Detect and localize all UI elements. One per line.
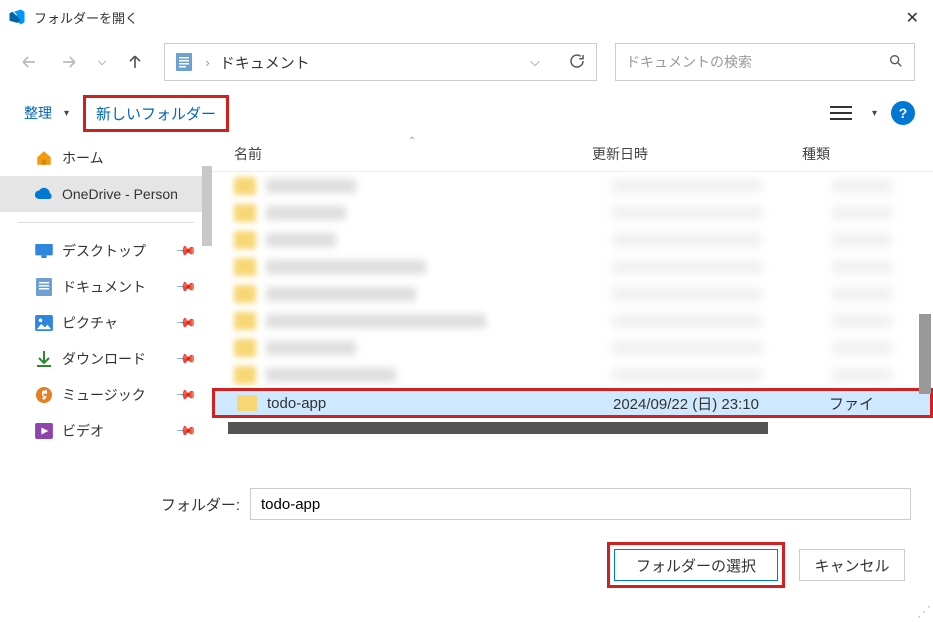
sidebar-label: ピクチャ xyxy=(62,313,118,333)
onedrive-icon xyxy=(34,184,54,204)
sidebar-item-desktop[interactable]: デスクトップ 📌 xyxy=(0,233,212,269)
sidebar-label: ビデオ xyxy=(62,421,104,441)
navigation-bar: ⌵ › ドキュメント ⌵ xyxy=(0,34,933,90)
document-icon xyxy=(34,277,54,297)
sidebar-item-videos[interactable]: ビデオ 📌 xyxy=(0,413,212,449)
home-icon xyxy=(34,148,54,168)
pictures-icon xyxy=(34,313,54,333)
file-row-blurred[interactable] xyxy=(212,361,933,388)
view-options-icon[interactable] xyxy=(826,102,856,124)
file-row-blurred[interactable] xyxy=(212,307,933,334)
folder-label: フォルダー: xyxy=(22,494,240,515)
pin-icon: 📌 xyxy=(175,384,198,407)
refresh-icon[interactable] xyxy=(568,52,586,73)
file-list: ⌃ 名前 更新日時 種類 todo-app 2024/09/22 (日) 23:… xyxy=(212,136,933,470)
organize-caret-icon[interactable]: ▾ xyxy=(64,108,69,119)
sidebar: ホーム OneDrive - Person デスクトップ 📌 ドキュメント 📌 … xyxy=(0,136,212,470)
sidebar-label: ダウンロード xyxy=(62,349,146,369)
file-row-blurred[interactable] xyxy=(212,334,933,361)
sidebar-label: ホーム xyxy=(62,148,104,168)
main-area: ホーム OneDrive - Person デスクトップ 📌 ドキュメント 📌 … xyxy=(0,136,933,470)
back-button[interactable] xyxy=(18,51,40,73)
search-box[interactable] xyxy=(615,43,915,81)
music-icon xyxy=(34,385,54,405)
file-modified: 2024/09/22 (日) 23:10 xyxy=(613,393,759,414)
search-input[interactable] xyxy=(626,54,888,70)
document-icon xyxy=(175,52,195,72)
button-row: フォルダーの選択 キャンセル xyxy=(22,542,911,588)
sidebar-label: ミュージック xyxy=(62,385,146,405)
file-type: ファイ xyxy=(829,393,874,414)
pin-icon: 📌 xyxy=(175,348,198,371)
breadcrumb-current[interactable]: ドキュメント xyxy=(220,52,310,73)
pin-icon: 📌 xyxy=(175,240,198,263)
window-title: フォルダーを開く xyxy=(34,8,138,27)
sidebar-label: OneDrive - Person xyxy=(62,186,178,202)
file-row-blurred[interactable] xyxy=(212,280,933,307)
file-row-blurred[interactable] xyxy=(212,226,933,253)
sidebar-label: デスクトップ xyxy=(62,241,146,261)
pin-icon: 📌 xyxy=(175,312,198,335)
file-row-blurred[interactable] xyxy=(212,199,933,226)
forward-button[interactable] xyxy=(58,51,80,73)
sidebar-item-downloads[interactable]: ダウンロード 📌 xyxy=(0,341,212,377)
help-icon[interactable]: ? xyxy=(891,101,915,125)
breadcrumb-separator: › xyxy=(205,55,209,70)
folder-input-row: フォルダー: xyxy=(22,488,911,520)
organize-button[interactable]: 整理 xyxy=(18,99,58,127)
select-folder-button[interactable]: フォルダーの選択 xyxy=(614,549,778,581)
folder-icon xyxy=(237,395,257,411)
downloads-icon xyxy=(34,349,54,369)
view-caret-icon[interactable]: ▾ xyxy=(872,108,877,119)
sidebar-item-documents[interactable]: ドキュメント 📌 xyxy=(0,269,212,305)
pin-icon: 📌 xyxy=(175,276,198,299)
select-button-highlight: フォルダーの選択 xyxy=(607,542,785,588)
column-name[interactable]: 名前 xyxy=(212,144,592,164)
resize-grip-icon[interactable]: ⋰ xyxy=(917,603,931,620)
history-dropdown-icon[interactable]: ⌵ xyxy=(98,56,106,69)
chevron-down-icon[interactable]: ⌵ xyxy=(530,54,540,70)
sidebar-item-home[interactable]: ホーム xyxy=(0,140,212,176)
search-icon[interactable] xyxy=(888,53,904,72)
vertical-scrollbar[interactable] xyxy=(919,314,931,394)
sidebar-item-music[interactable]: ミュージック 📌 xyxy=(0,377,212,413)
sidebar-scrollbar[interactable] xyxy=(202,166,212,246)
close-icon[interactable]: ✕ xyxy=(906,8,919,28)
videos-icon xyxy=(34,421,54,441)
sidebar-label: ドキュメント xyxy=(62,277,146,297)
up-button[interactable] xyxy=(124,51,146,73)
pin-icon: 📌 xyxy=(175,420,198,443)
titlebar: フォルダーを開く ✕ xyxy=(0,0,933,34)
sidebar-separator xyxy=(18,222,194,223)
file-row-blurred[interactable] xyxy=(212,172,933,199)
file-list-body: todo-app 2024/09/22 (日) 23:10 ファイ xyxy=(212,172,933,432)
folder-input[interactable] xyxy=(250,488,911,520)
vscode-icon xyxy=(8,8,26,26)
sidebar-item-onedrive[interactable]: OneDrive - Person xyxy=(0,176,212,212)
file-list-header: 名前 更新日時 種類 xyxy=(212,136,933,172)
file-row-blurred[interactable] xyxy=(212,253,933,280)
address-bar[interactable]: › ドキュメント ⌵ xyxy=(164,43,597,81)
column-type[interactable]: 種類 xyxy=(802,144,933,164)
column-modified[interactable]: 更新日時 xyxy=(592,144,802,164)
column-resize-icon[interactable]: ⌃ xyxy=(408,136,416,147)
desktop-icon xyxy=(34,241,54,261)
footer: フォルダー: フォルダーの選択 キャンセル xyxy=(0,470,933,598)
sidebar-item-pictures[interactable]: ピクチャ 📌 xyxy=(0,305,212,341)
file-row-selected[interactable]: todo-app 2024/09/22 (日) 23:10 ファイ xyxy=(212,388,933,418)
cancel-button[interactable]: キャンセル xyxy=(799,549,905,581)
file-name: todo-app xyxy=(267,395,326,412)
toolbar: 整理 ▾ 新しいフォルダー ▾ ? xyxy=(0,90,933,136)
new-folder-button[interactable]: 新しいフォルダー xyxy=(83,95,229,132)
horizontal-scrollbar[interactable] xyxy=(228,422,768,434)
